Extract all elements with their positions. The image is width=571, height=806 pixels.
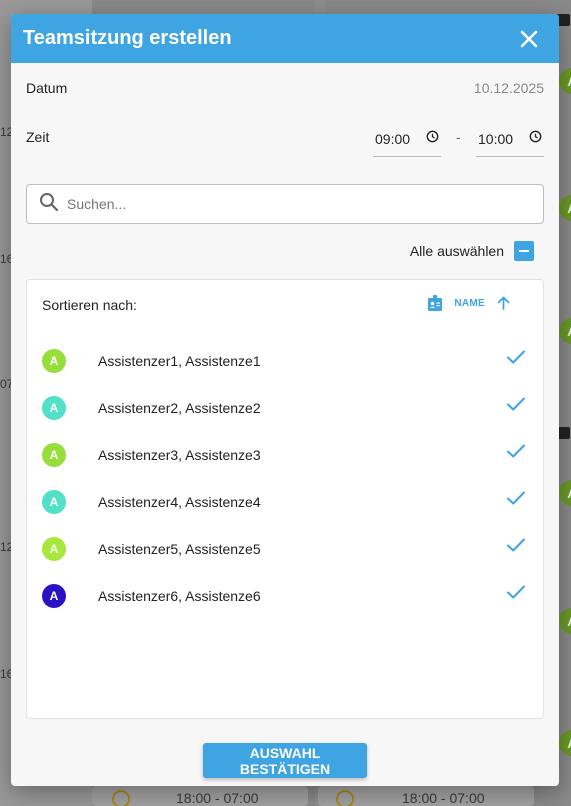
search-icon: [39, 192, 59, 217]
date-value: 10.12.2025: [473, 80, 544, 96]
time-row: Zeit 09:00 - 10:00: [26, 122, 544, 158]
start-time-input[interactable]: 09:00: [373, 122, 441, 157]
assistant-list-panel: Sortieren nach: NAME A Assistenzer1, Ass…: [26, 279, 544, 719]
check-icon[interactable]: [506, 396, 526, 417]
confirm-selection-button[interactable]: AUSWAHL BESTÄTIGEN: [203, 743, 367, 778]
time-separator: -: [456, 129, 461, 145]
check-icon[interactable]: [506, 584, 526, 605]
bg-avatar: A: [559, 480, 571, 506]
list-item[interactable]: A Assistenzer1, Assistenze1: [42, 337, 528, 384]
assistant-name: Assistenzer2, Assistenze2: [98, 399, 261, 416]
sort-field-name[interactable]: NAME: [454, 298, 485, 309]
end-time-input[interactable]: 10:00: [476, 122, 544, 157]
assistant-list: A Assistenzer1, Assistenze1 A Assistenze…: [42, 337, 528, 619]
avatar: A: [42, 395, 66, 420]
bg-shift-time: 18:00 - 07:00: [176, 790, 259, 806]
start-time-value: 09:00: [375, 131, 411, 147]
list-item[interactable]: A Assistenzer6, Assistenze6: [42, 572, 528, 619]
select-all[interactable]: Alle auswählen: [410, 241, 534, 261]
avatar: A: [42, 583, 66, 608]
sort-row: Sortieren nach: NAME: [42, 295, 528, 315]
select-all-label: Alle auswählen: [409, 243, 504, 259]
avatar: A: [42, 348, 66, 373]
dialog-title: Teamsitzung erstellen: [23, 27, 232, 49]
assistant-name: Assistenzer6, Assistenze6: [98, 587, 261, 604]
list-item[interactable]: A Assistenzer3, Assistenze3: [42, 431, 528, 478]
close-icon[interactable]: [517, 27, 541, 51]
clock-icon[interactable]: [426, 130, 439, 148]
assistant-name: Assistenzer3, Assistenze3: [98, 446, 261, 463]
create-team-meeting-dialog: Teamsitzung erstellen Datum 10.12.2025 Z…: [11, 14, 559, 786]
select-all-checkbox[interactable]: [514, 241, 534, 261]
bg-avatar: A: [559, 608, 571, 634]
search-field[interactable]: [26, 184, 544, 224]
clock-icon[interactable]: [529, 130, 542, 148]
avatar: A: [42, 536, 66, 561]
sort-label: Sortieren nach:: [42, 297, 137, 313]
avatar: A: [42, 489, 66, 514]
sort-controls: NAME: [428, 295, 510, 311]
clock-icon: [336, 790, 354, 806]
time-label: Zeit: [26, 129, 50, 145]
assistant-name: Assistenzer5, Assistenze5: [98, 540, 261, 557]
assistant-name: Assistenzer1, Assistenze1: [98, 352, 261, 369]
avatar: A: [42, 442, 66, 467]
clock-icon: [112, 790, 130, 806]
bg-avatar: A: [559, 730, 571, 756]
badge-icon[interactable]: [428, 295, 443, 311]
arrow-up-icon[interactable]: [497, 296, 510, 310]
check-icon[interactable]: [506, 349, 526, 370]
bg-avatar: A: [559, 68, 571, 94]
date-label: Datum: [26, 80, 68, 96]
bg-shift-time: 18:00 - 07:00: [402, 790, 485, 806]
list-item[interactable]: A Assistenzer4, Assistenze4: [42, 478, 528, 525]
end-time-value: 10:00: [478, 131, 514, 147]
bg-avatar: A: [559, 318, 571, 344]
check-icon[interactable]: [506, 443, 526, 464]
date-row: Datum 10.12.2025: [26, 80, 544, 96]
assistant-name: Assistenzer4, Assistenze4: [98, 493, 261, 510]
check-icon[interactable]: [506, 490, 526, 511]
list-item[interactable]: A Assistenzer2, Assistenze2: [42, 384, 528, 431]
dialog-header: Teamsitzung erstellen: [11, 14, 559, 63]
check-icon[interactable]: [506, 537, 526, 558]
bg-avatar: A: [559, 195, 571, 221]
search-input[interactable]: [67, 196, 507, 212]
list-item[interactable]: A Assistenzer5, Assistenze5: [42, 525, 528, 572]
